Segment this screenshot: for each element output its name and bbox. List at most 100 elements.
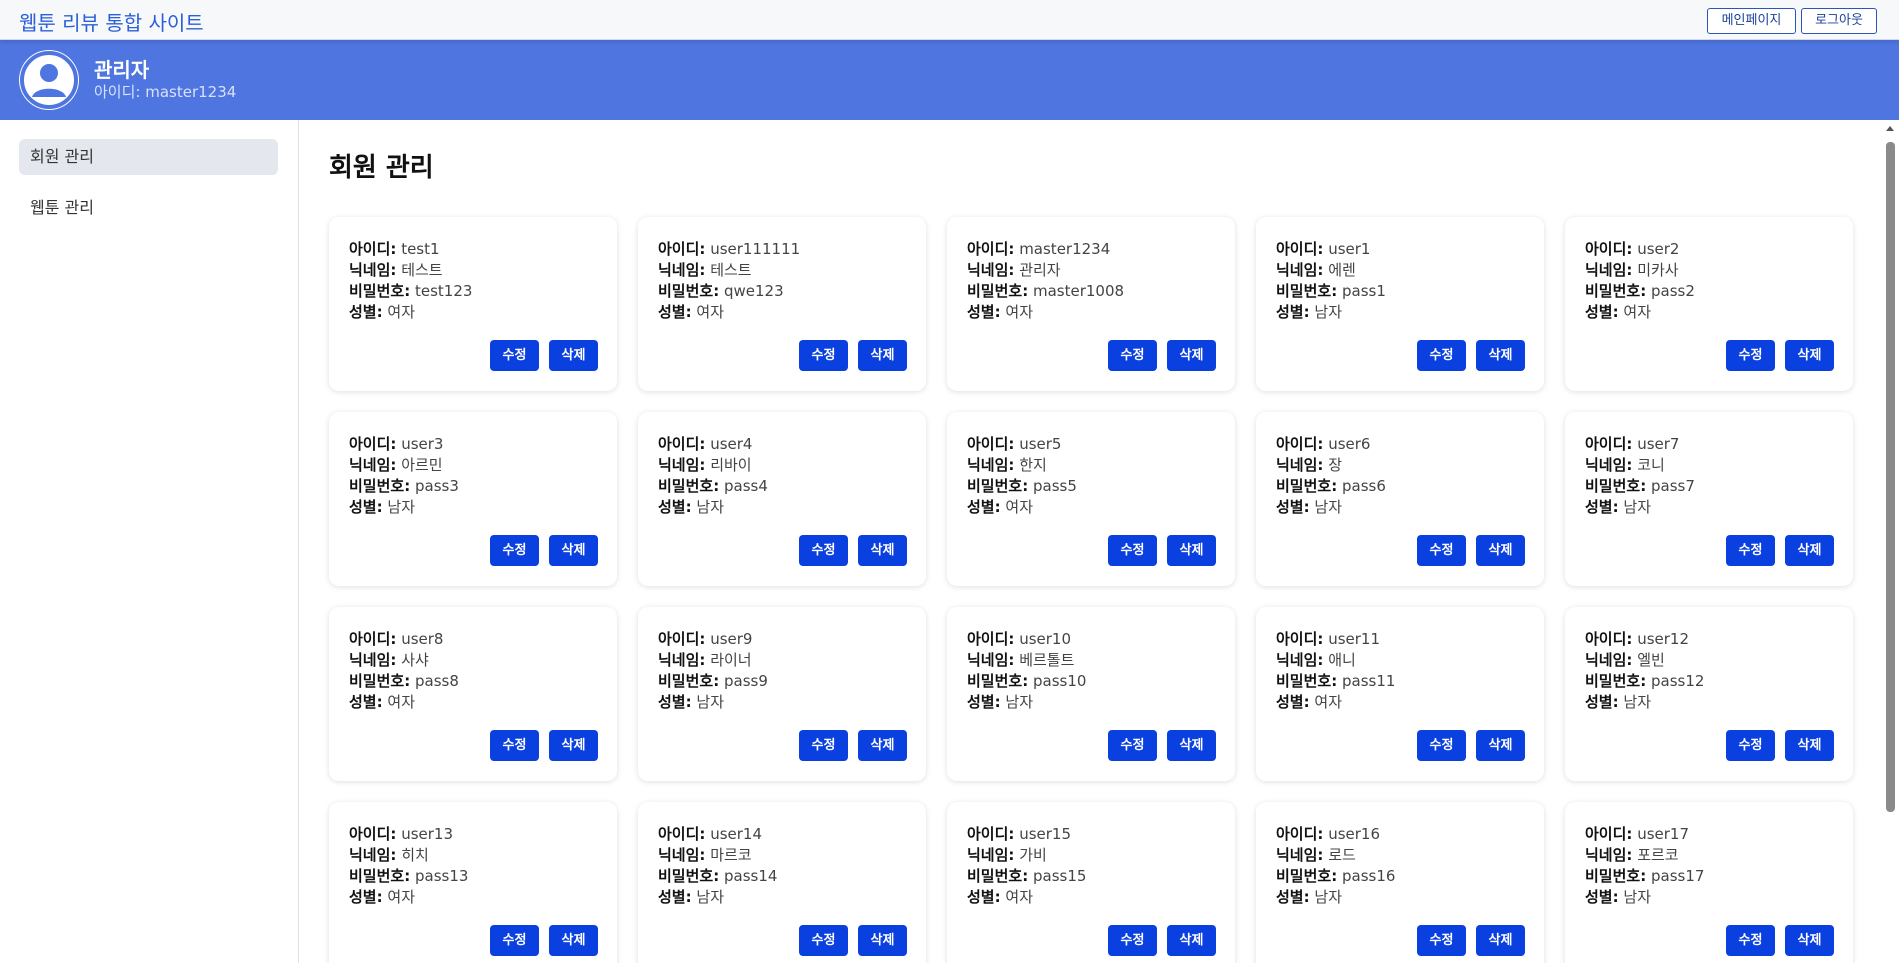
member-id-value: user111111 xyxy=(710,240,801,258)
edit-member-button[interactable]: 수정 xyxy=(799,340,848,371)
logout-button[interactable]: 로그아웃 xyxy=(1801,8,1877,34)
edit-member-button[interactable]: 수정 xyxy=(1417,730,1466,761)
edit-member-button[interactable]: 수정 xyxy=(799,730,848,761)
member-id-value: user2 xyxy=(1637,240,1680,258)
delete-member-button[interactable]: 삭제 xyxy=(1167,340,1216,371)
member-card-grid: 아이디: test1 닉네임: 테스트 비밀번호: test123 성별: 여자 수정 삭… xyxy=(329,217,1859,963)
member-id-value: user16 xyxy=(1328,825,1380,843)
member-nickname-field: 닉네임: 미카사 xyxy=(1585,260,1853,281)
delete-member-button[interactable]: 삭제 xyxy=(1167,535,1216,566)
member-id-field: 아이디: user6 xyxy=(1276,434,1544,455)
delete-member-button[interactable]: 삭제 xyxy=(1476,535,1525,566)
member-id-value: user11 xyxy=(1328,630,1380,648)
delete-member-button[interactable]: 삭제 xyxy=(549,340,598,371)
edit-member-button[interactable]: 수정 xyxy=(1417,535,1466,566)
edit-member-button[interactable]: 수정 xyxy=(799,535,848,566)
delete-member-button[interactable]: 삭제 xyxy=(1476,730,1525,761)
member-id-label: 아이디: xyxy=(1585,435,1633,453)
delete-member-button[interactable]: 삭제 xyxy=(1785,730,1834,761)
delete-member-button[interactable]: 삭제 xyxy=(549,730,598,761)
member-nickname-value: 미카사 xyxy=(1637,261,1679,279)
delete-member-button[interactable]: 삭제 xyxy=(858,925,907,956)
member-password-value: pass13 xyxy=(414,867,469,885)
delete-member-button[interactable]: 삭제 xyxy=(1476,340,1525,371)
member-nickname-label: 닉네임: xyxy=(967,261,1015,279)
edit-member-button[interactable]: 수정 xyxy=(1108,340,1157,371)
delete-member-button[interactable]: 삭제 xyxy=(858,730,907,761)
member-password-value: pass9 xyxy=(723,672,768,690)
edit-member-button[interactable]: 수정 xyxy=(490,340,539,371)
member-gender-label: 성별: xyxy=(349,888,383,906)
member-nickname-field: 닉네임: 코니 xyxy=(1585,455,1853,476)
member-password-label: 비밀번호: xyxy=(349,867,411,885)
delete-member-button[interactable]: 삭제 xyxy=(549,925,598,956)
member-id-value: user9 xyxy=(710,630,753,648)
avatar-user-icon xyxy=(19,50,79,110)
member-gender-field: 성별: 남자 xyxy=(1276,497,1544,518)
member-id-field: 아이디: user15 xyxy=(967,824,1235,845)
member-id-value: user15 xyxy=(1019,825,1071,843)
member-id-field: 아이디: user16 xyxy=(1276,824,1544,845)
member-id-value: user6 xyxy=(1328,435,1371,453)
edit-member-button[interactable]: 수정 xyxy=(490,535,539,566)
edit-member-button[interactable]: 수정 xyxy=(490,730,539,761)
vertical-scrollbar[interactable] xyxy=(1882,120,1899,963)
member-password-label: 비밀번호: xyxy=(1585,477,1647,495)
member-nickname-field: 닉네임: 에렌 xyxy=(1276,260,1544,281)
delete-member-button[interactable]: 삭제 xyxy=(1785,925,1834,956)
member-gender-label: 성별: xyxy=(1276,693,1310,711)
edit-member-button[interactable]: 수정 xyxy=(799,925,848,956)
member-id-field: 아이디: user11 xyxy=(1276,629,1544,650)
member-gender-field: 성별: 남자 xyxy=(1276,302,1544,323)
sidebar-item-member-management[interactable]: 회원 관리 xyxy=(19,139,278,175)
edit-member-button[interactable]: 수정 xyxy=(490,925,539,956)
delete-member-button[interactable]: 삭제 xyxy=(1167,925,1216,956)
member-id-value: user3 xyxy=(401,435,444,453)
edit-member-button[interactable]: 수정 xyxy=(1108,730,1157,761)
member-nickname-label: 닉네임: xyxy=(1276,261,1324,279)
main-page-button[interactable]: 메인페이지 xyxy=(1707,8,1796,34)
member-nickname-field: 닉네임: 라이너 xyxy=(658,650,926,671)
edit-member-button[interactable]: 수정 xyxy=(1726,730,1775,761)
member-password-label: 비밀번호: xyxy=(658,282,720,300)
member-id-value: master1234 xyxy=(1019,240,1111,258)
member-nickname-value: 테스트 xyxy=(401,261,443,279)
sidebar-item-webtoon-management[interactable]: 웹툰 관리 xyxy=(19,190,278,226)
member-password-label: 비밀번호: xyxy=(1585,672,1647,690)
edit-member-button[interactable]: 수정 xyxy=(1108,535,1157,566)
delete-member-button[interactable]: 삭제 xyxy=(1785,535,1834,566)
member-nickname-label: 닉네임: xyxy=(1585,261,1633,279)
delete-member-button[interactable]: 삭제 xyxy=(858,535,907,566)
member-id-label: 아이디: xyxy=(658,435,706,453)
site-title-link[interactable]: 웹툰 리뷰 통합 사이트 xyxy=(19,7,204,36)
member-gender-label: 성별: xyxy=(658,303,692,321)
delete-member-button[interactable]: 삭제 xyxy=(858,340,907,371)
edit-member-button[interactable]: 수정 xyxy=(1108,925,1157,956)
member-gender-value: 여자 xyxy=(1005,888,1033,906)
member-id-label: 아이디: xyxy=(658,630,706,648)
edit-member-button[interactable]: 수정 xyxy=(1417,925,1466,956)
member-gender-field: 성별: 여자 xyxy=(967,497,1235,518)
delete-member-button[interactable]: 삭제 xyxy=(1785,340,1834,371)
member-password-value: pass11 xyxy=(1341,672,1396,690)
delete-member-button[interactable]: 삭제 xyxy=(549,535,598,566)
edit-member-button[interactable]: 수정 xyxy=(1726,925,1775,956)
edit-member-button[interactable]: 수정 xyxy=(1726,535,1775,566)
scrollbar-thumb[interactable] xyxy=(1886,142,1895,812)
edit-member-button[interactable]: 수정 xyxy=(1417,340,1466,371)
member-nickname-field: 닉네임: 관리자 xyxy=(967,260,1235,281)
member-nickname-label: 닉네임: xyxy=(1276,651,1324,669)
member-id-field: 아이디: user1 xyxy=(1276,239,1544,260)
member-gender-label: 성별: xyxy=(1585,498,1619,516)
delete-member-button[interactable]: 삭제 xyxy=(1476,925,1525,956)
member-nickname-value: 관리자 xyxy=(1019,261,1061,279)
edit-member-button[interactable]: 수정 xyxy=(1726,340,1775,371)
scroll-up-arrow-icon[interactable] xyxy=(1886,126,1894,131)
member-card: 아이디: user4 닉네임: 리바이 비밀번호: pass4 성별: 남자 수정 삭제 xyxy=(638,412,926,586)
member-gender-label: 성별: xyxy=(1585,888,1619,906)
member-nickname-label: 닉네임: xyxy=(967,846,1015,864)
member-gender-field: 성별: 여자 xyxy=(967,302,1235,323)
member-gender-value: 남자 xyxy=(1314,888,1342,906)
delete-member-button[interactable]: 삭제 xyxy=(1167,730,1216,761)
member-password-field: 비밀번호: pass7 xyxy=(1585,476,1853,497)
